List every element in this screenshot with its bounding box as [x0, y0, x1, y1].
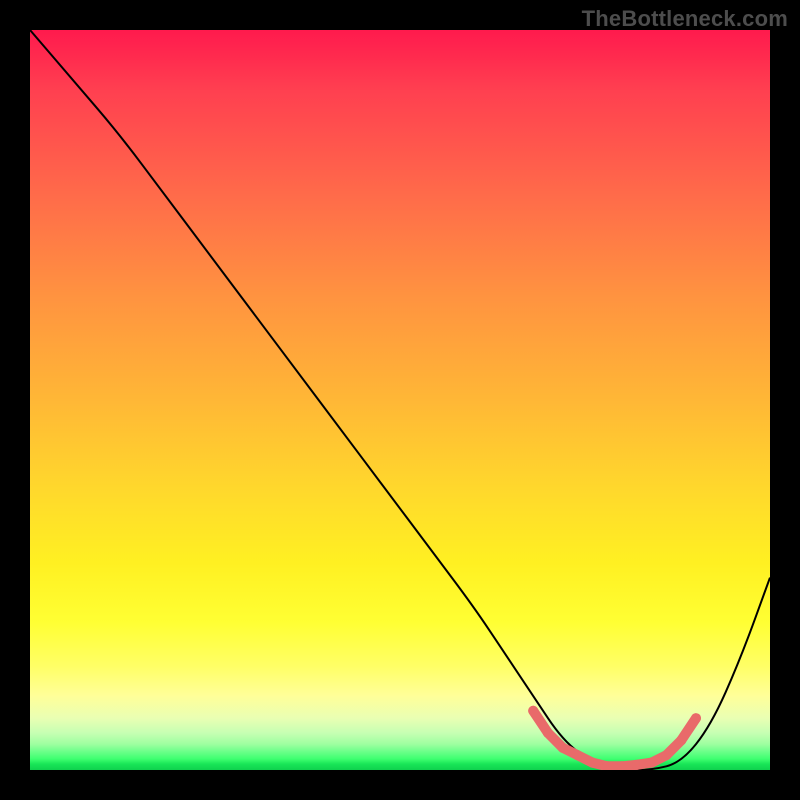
plot-area — [30, 30, 770, 770]
chart-svg — [30, 30, 770, 770]
optimal-range-markers — [528, 706, 701, 770]
optimal-marker-dot — [691, 713, 701, 723]
bottleneck-curve-path — [30, 30, 770, 770]
watermark-text: TheBottleneck.com — [582, 6, 788, 32]
